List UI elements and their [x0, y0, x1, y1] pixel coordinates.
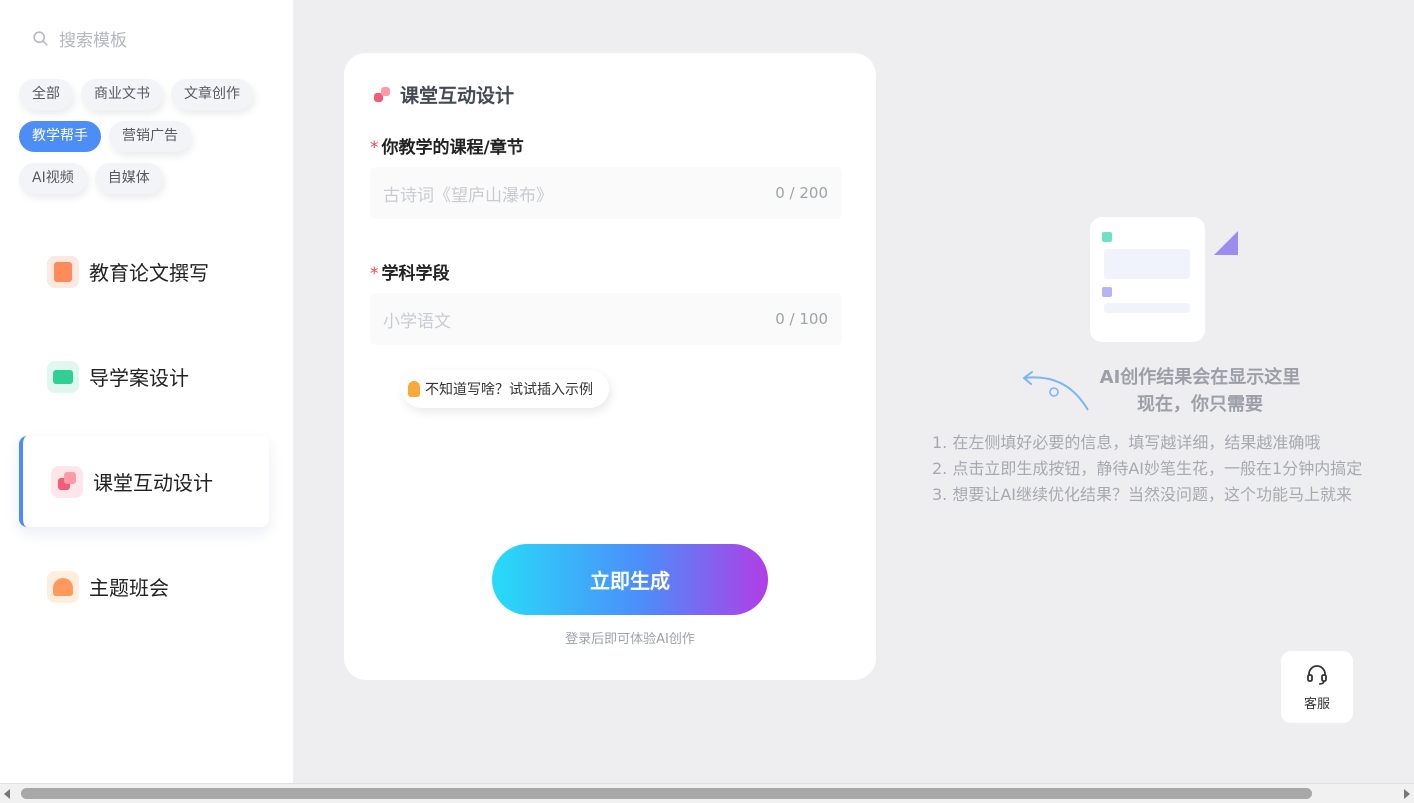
tag-ai-video[interactable]: AI视频	[19, 163, 87, 194]
result-title-line: 现在，你只需要	[1137, 394, 1263, 415]
input-placeholder[interactable]: 古诗词《望庐山瀑布》	[383, 181, 553, 206]
template-search[interactable]: 搜索模板	[32, 26, 127, 51]
menu-item-class-meeting[interactable]: 主题班会	[19, 541, 269, 632]
scrollbar-thumb[interactable]	[21, 788, 1312, 799]
lightbulb-icon	[408, 381, 420, 397]
result-placeholder-title: AI创作结果会在显示这里 现在，你只需要	[1080, 364, 1320, 418]
login-note: 登录后即可体验AI创作	[565, 632, 695, 647]
result-title-line: AI创作结果会在显示这里	[1099, 367, 1301, 388]
char-count: 0 / 200	[775, 184, 828, 202]
scroll-right-icon[interactable]	[1404, 789, 1410, 799]
form-title: 课堂互动设计	[374, 81, 514, 108]
menu-item-education-paper[interactable]: 教育论文撰写	[19, 226, 269, 317]
input-placeholder[interactable]: 小学语文	[383, 307, 451, 332]
menu-item-label: 教育论文撰写	[89, 261, 209, 285]
subject-stage-label: * 学科学段	[370, 259, 450, 284]
customer-service-label: 客服	[1303, 696, 1330, 712]
class-meeting-icon	[47, 570, 79, 603]
course-chapter-label: * 你教学的课程/章节	[370, 133, 524, 158]
interaction-blocks-icon	[51, 465, 83, 498]
menu-item-label: 主题班会	[89, 576, 169, 600]
tag-teaching-helper[interactable]: 教学帮手	[19, 121, 101, 152]
template-sidebar: 搜索模板 全部 商业文书 文章创作 教学帮手 营销广告 AI视频 自媒体 教育论…	[0, 0, 293, 783]
category-tags: 全部 商业文书 文章创作 教学帮手 营销广告 AI视频 自媒体	[19, 79, 289, 205]
course-chapter-input[interactable]: 古诗词《望庐山瀑布》 0 / 200	[370, 167, 842, 219]
tag-all[interactable]: 全部	[19, 79, 73, 110]
step-item: 1. 在左侧填好必要的信息，填写越详细，结果越准确哦	[932, 433, 1321, 452]
form-card: 课堂互动设计 * 你教学的课程/章节 古诗词《望庐山瀑布》 0 / 200 * 学科…	[344, 53, 876, 680]
scroll-left-icon[interactable]	[4, 789, 10, 799]
menu-item-label: 导学案设计	[89, 366, 189, 390]
tag-self-media[interactable]: 自媒体	[94, 163, 163, 194]
search-placeholder[interactable]: 搜索模板	[59, 26, 127, 51]
form-title-text: 课堂互动设计	[400, 85, 515, 107]
label-text: 学科学段	[381, 264, 450, 284]
tag-marketing-ads[interactable]: 营销广告	[109, 121, 191, 152]
tag-article-writing[interactable]: 文章创作	[171, 79, 253, 110]
required-mark: *	[370, 138, 379, 158]
step-item: 3. 想要让AI继续优化结果？当然没问题，这个功能马上就来	[932, 485, 1353, 504]
customer-service-button[interactable]: 客服	[1281, 651, 1353, 723]
template-menu: 教育论文撰写 导学案设计 课堂互动设计 主题班会	[19, 226, 269, 646]
char-count: 0 / 100	[775, 310, 828, 328]
headset-icon	[1307, 664, 1327, 685]
paper-edit-icon	[47, 255, 79, 288]
usage-steps: 1. 在左侧填好必要的信息，填写越详细，结果越准确哦 2. 点击立即生成按钮，静…	[932, 430, 1362, 508]
subject-stage-input[interactable]: 小学语文 0 / 100	[370, 293, 842, 345]
generate-button[interactable]: 立即生成	[492, 544, 768, 615]
empty-result-illustration	[1090, 217, 1240, 342]
hint-text: 不知道写啥？试试插入示例	[425, 382, 593, 398]
menu-item-classroom-interaction[interactable]: 课堂互动设计	[19, 436, 269, 527]
menu-item-label: 课堂互动设计	[93, 471, 213, 495]
search-icon	[33, 31, 48, 46]
interaction-blocks-icon	[374, 86, 392, 104]
required-mark: *	[370, 264, 379, 284]
tag-business-docs[interactable]: 商业文书	[81, 79, 163, 110]
label-text: 你教学的课程/章节	[381, 138, 524, 158]
insert-example-button[interactable]: 不知道写啥？试试插入示例	[402, 370, 609, 408]
horizontal-scrollbar[interactable]	[0, 783, 1414, 803]
presentation-board-icon	[47, 360, 79, 393]
step-item: 2. 点击立即生成按钮，静待AI妙笔生花，一般在1分钟内搞定	[932, 459, 1363, 478]
menu-item-study-guide[interactable]: 导学案设计	[19, 331, 269, 422]
